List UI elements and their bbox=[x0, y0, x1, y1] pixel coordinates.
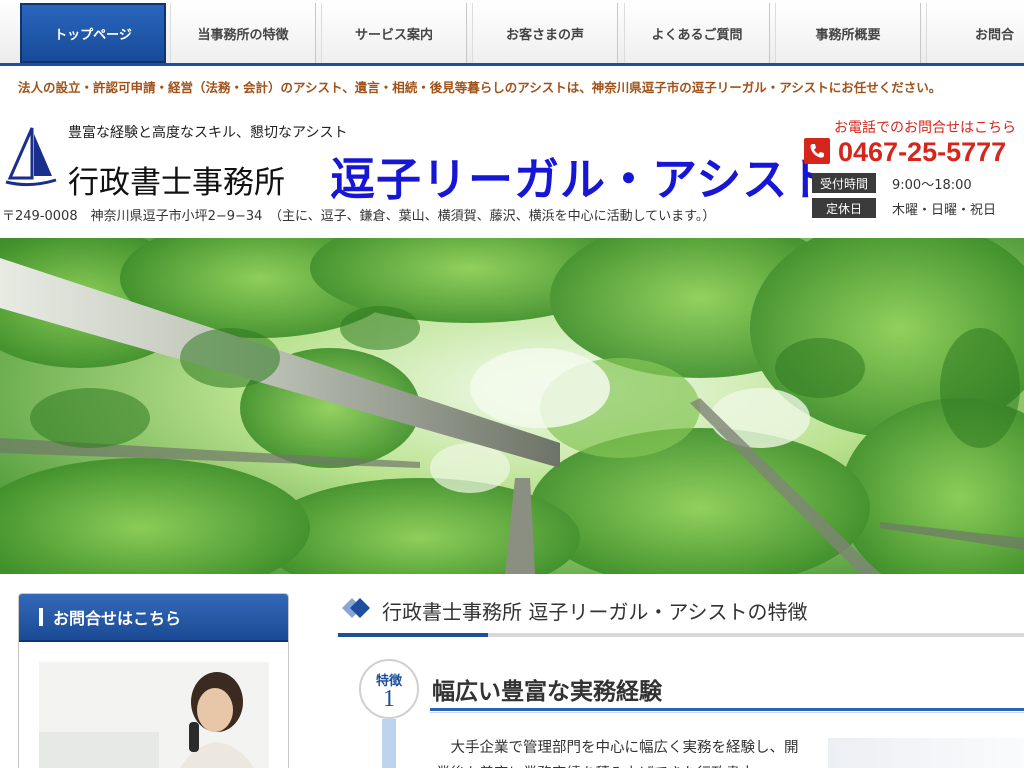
feature-rule-light bbox=[430, 712, 1024, 713]
holiday-row: 定休日 木曜・日曜・祝日 bbox=[812, 198, 996, 218]
operator-photo bbox=[39, 662, 269, 768]
section-header: 行政書士事務所 逗子リーガル・アシストの特徴 bbox=[340, 592, 1024, 638]
nav-item-about[interactable]: 事務所概要 bbox=[775, 3, 921, 63]
nav-item-faq[interactable]: よくあるご質問 bbox=[624, 3, 770, 63]
brand-name[interactable]: 逗子リーガル・アシスト bbox=[330, 143, 834, 208]
phone-caption: お電話でのお問合せはこちら bbox=[834, 120, 1016, 136]
nav-item-voices[interactable]: お客さまの声 bbox=[472, 3, 618, 63]
diamond-icon bbox=[342, 598, 370, 618]
feature-rule bbox=[430, 708, 1024, 711]
feature-badge: 特徴 1 bbox=[359, 659, 419, 719]
holiday-value: 木曜・日曜・祝日 bbox=[892, 202, 997, 218]
feature-title: 幅広い豊富な実務経験 bbox=[432, 679, 662, 705]
office-type: 行政書士事務所 bbox=[68, 165, 285, 201]
holiday-badge: 定休日 bbox=[812, 198, 876, 218]
section-rule-accent bbox=[338, 633, 488, 637]
nav-item-top[interactable]: トップページ bbox=[20, 3, 166, 63]
hours-badge: 受付時間 bbox=[812, 173, 876, 193]
section-title: 行政書士事務所 逗子リーガル・アシストの特徴 bbox=[382, 600, 808, 624]
hours-value: 9:00〜18:00 bbox=[892, 177, 972, 193]
nav-item-contact[interactable]: お問合 bbox=[926, 3, 1024, 63]
nav-item-features[interactable]: 当事務所の特徴 bbox=[170, 3, 316, 63]
logo-sail-icon bbox=[5, 127, 57, 187]
site-tagline: 法人の設立・許認可申請・経営（法務・会計）のアシスト、遺言・相続・後見等暮らしの… bbox=[18, 80, 942, 95]
nav-item-services[interactable]: サービス案内 bbox=[321, 3, 467, 63]
feature-badge-number: 1 bbox=[383, 686, 395, 712]
feature-connector bbox=[382, 719, 396, 768]
heading-bar-icon bbox=[39, 608, 43, 626]
global-nav: トップページ 当事務所の特徴 サービス案内 お客さまの声 よくあるご質問 事務所… bbox=[0, 0, 1024, 66]
hours-row: 受付時間 9:00〜18:00 bbox=[812, 173, 972, 193]
hero-forest-image bbox=[0, 238, 1024, 574]
phone-icon bbox=[804, 138, 830, 164]
feature-body: 大手企業で管理部門を中心に幅広く実務を経験し、開業後も着実に業務実績を積み上げて… bbox=[436, 740, 799, 768]
catchphrase: 豊富な経験と高度なスキル、懇切なアシスト bbox=[68, 125, 348, 141]
office-address: 〒249-0008 神奈川県逗子市小坪2−9−34 （主に、逗子、鎌倉、葉山、横… bbox=[2, 209, 716, 224]
feature-photo bbox=[828, 738, 1024, 768]
phone-number[interactable]: 0467-25-5777 bbox=[838, 137, 1006, 168]
sidebar-heading[interactable]: お問合せはこちら bbox=[19, 594, 288, 642]
sidebar-heading-label: お問合せはこちら bbox=[53, 609, 182, 628]
contact-sidebar-box: お問合せはこちら bbox=[18, 593, 289, 768]
